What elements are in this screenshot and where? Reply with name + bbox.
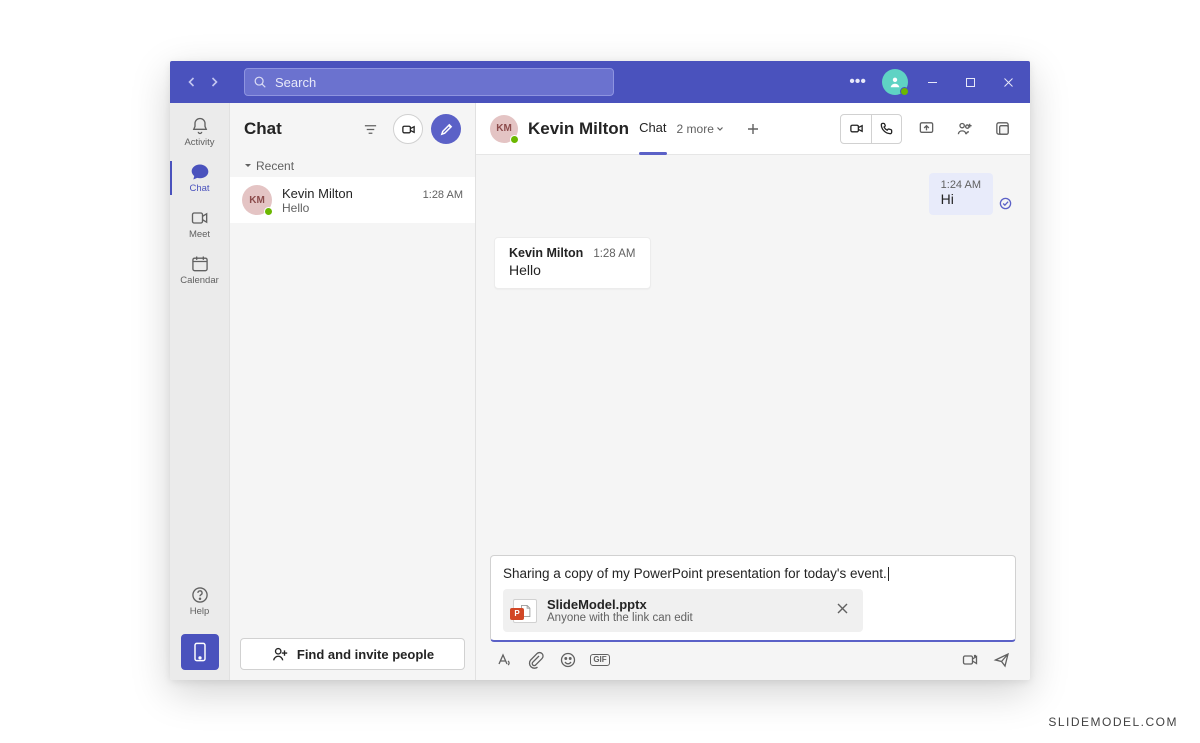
chat-list-panel: Chat Recent KM — [230, 103, 476, 680]
chat-list-title: Chat — [244, 119, 347, 139]
composer-input[interactable]: Sharing a copy of my PowerPoint presenta… — [503, 566, 1003, 581]
add-people-button[interactable] — [950, 115, 978, 143]
search-placeholder: Search — [275, 75, 316, 90]
rail-calendar[interactable]: Calendar — [170, 247, 230, 293]
profile-avatar[interactable] — [882, 69, 908, 95]
stream-button[interactable] — [960, 650, 980, 670]
send-button[interactable] — [992, 650, 1012, 670]
chat-item-time: 1:28 AM — [423, 189, 463, 201]
attachment-permission: Anyone with the link can edit — [547, 612, 822, 624]
recent-section-toggle[interactable]: Recent — [230, 155, 475, 177]
nav-forward-button[interactable] — [204, 72, 224, 92]
powerpoint-file-icon: P — [513, 599, 537, 623]
search-input[interactable]: Search — [244, 68, 614, 96]
gif-button[interactable]: GIF — [590, 650, 610, 670]
composer-toolbar: GIF — [490, 642, 1016, 670]
app-rail: Activity Chat Meet Calendar Help — [170, 103, 230, 680]
avatar: KM — [490, 115, 518, 143]
app-window: Search ••• Activity Chat — [170, 61, 1030, 680]
watermark: SLIDEMODEL.COM — [1048, 715, 1178, 729]
video-call-button[interactable] — [841, 115, 871, 143]
settings-more-button[interactable]: ••• — [843, 69, 872, 95]
format-button[interactable] — [494, 650, 514, 670]
message-incoming[interactable]: Kevin Milton 1:28 AM Hello — [494, 237, 651, 289]
remove-attachment-button[interactable] — [832, 598, 853, 624]
presence-indicator — [900, 87, 909, 96]
presence-indicator — [264, 207, 273, 216]
message-composer[interactable]: Sharing a copy of my PowerPoint presenta… — [490, 555, 1016, 642]
add-tab-button[interactable] — [740, 116, 766, 142]
rail-mobile-button[interactable] — [181, 634, 219, 670]
message-time: 1:24 AM — [941, 179, 981, 191]
chat-item-preview: Hello — [282, 201, 463, 215]
message-outgoing[interactable]: 1:24 AM Hi — [929, 173, 993, 215]
message-text: Hi — [941, 191, 981, 207]
attach-button[interactable] — [526, 650, 546, 670]
titlebar: Search ••• — [170, 61, 1030, 103]
filter-button[interactable] — [355, 114, 385, 144]
meet-now-button[interactable] — [393, 114, 423, 144]
conversation-panel: KM Kevin Milton Chat 2 more — [476, 103, 1030, 680]
rail-help[interactable]: Help — [170, 578, 230, 624]
find-invite-button[interactable]: Find and invite people — [240, 638, 465, 670]
share-screen-button[interactable] — [912, 115, 940, 143]
call-button-group — [840, 114, 902, 144]
emoji-button[interactable] — [558, 650, 578, 670]
new-chat-button[interactable] — [431, 114, 461, 144]
read-receipt-icon — [999, 197, 1012, 215]
rail-meet[interactable]: Meet — [170, 201, 230, 247]
message-sender: Kevin Milton — [509, 246, 583, 260]
message-list[interactable]: 1:24 AM Hi Kevin Milton 1:28 AM Hello — [476, 155, 1030, 555]
presence-indicator — [510, 135, 519, 144]
rail-activity[interactable]: Activity — [170, 109, 230, 155]
message-text: Hello — [509, 262, 636, 278]
chat-list-item[interactable]: KM Kevin Milton 1:28 AM Hello — [230, 177, 475, 223]
tab-chat[interactable]: Chat — [639, 120, 666, 137]
rail-chat[interactable]: Chat — [170, 155, 230, 201]
avatar: KM — [242, 185, 272, 215]
window-maximize-button[interactable] — [956, 68, 984, 96]
tabs-more-dropdown[interactable]: 2 more — [677, 122, 724, 136]
attachment-filename: SlideModel.pptx — [547, 597, 822, 612]
conversation-header: KM Kevin Milton Chat 2 more — [476, 103, 1030, 155]
popout-button[interactable] — [988, 115, 1016, 143]
window-close-button[interactable] — [994, 68, 1022, 96]
chat-item-name: Kevin Milton — [282, 186, 353, 201]
conversation-title: Kevin Milton — [528, 119, 629, 139]
attachment-card[interactable]: P SlideModel.pptx Anyone with the link c… — [503, 589, 863, 632]
message-time: 1:28 AM — [593, 248, 635, 260]
nav-back-button[interactable] — [182, 72, 202, 92]
window-minimize-button[interactable] — [918, 68, 946, 96]
audio-call-button[interactable] — [871, 115, 901, 143]
